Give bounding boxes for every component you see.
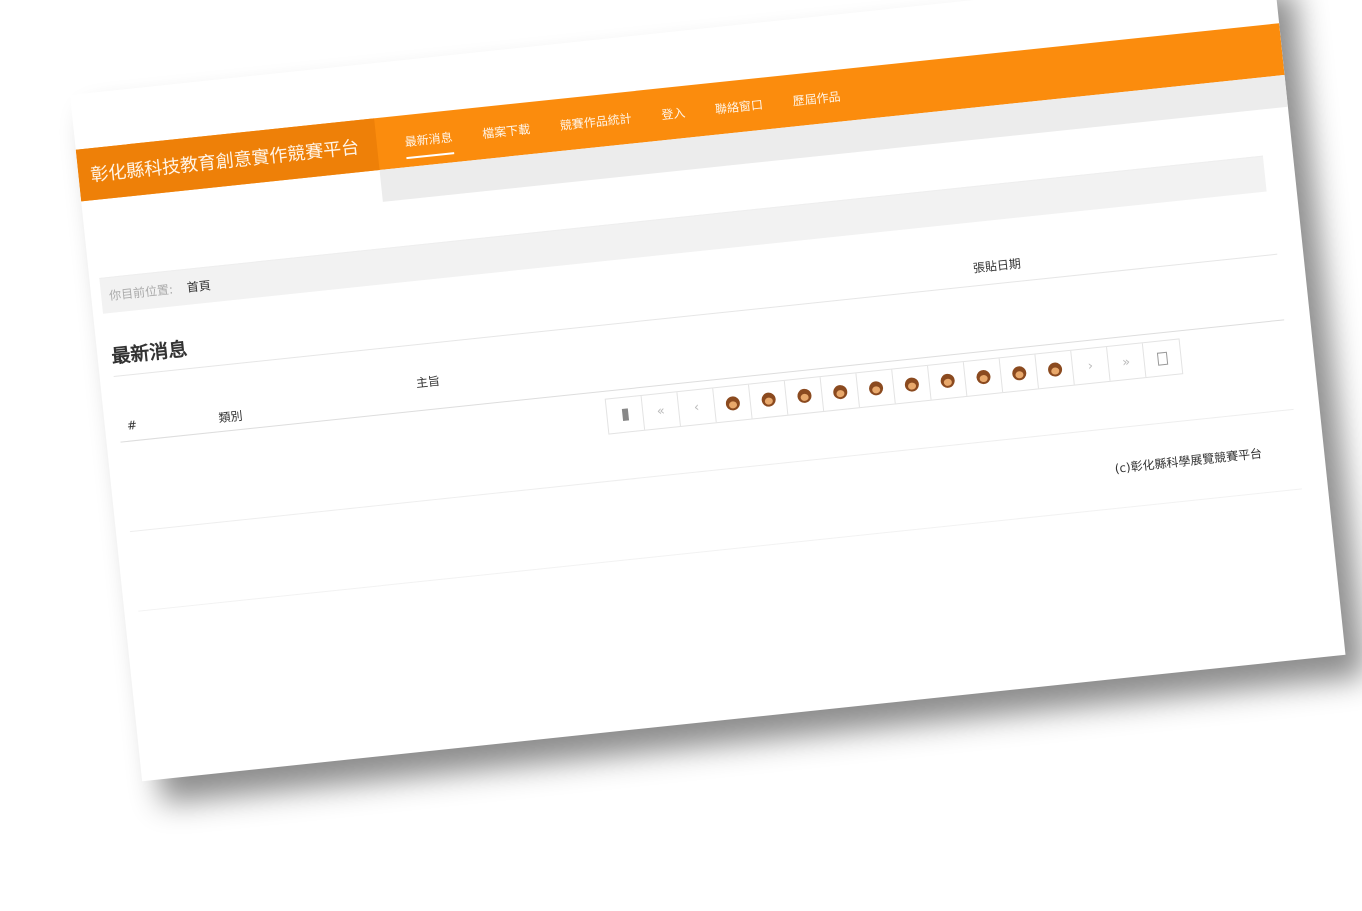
column-header-category: 類別 bbox=[217, 408, 244, 426]
column-header-subject: 主旨 bbox=[415, 373, 441, 391]
pager-page-button[interactable] bbox=[856, 369, 896, 408]
column-header-number: # bbox=[126, 417, 138, 433]
nav-item-login[interactable]: 登入 bbox=[659, 86, 688, 140]
face-icon bbox=[975, 369, 991, 385]
bars-icon bbox=[621, 408, 629, 422]
face-icon bbox=[832, 384, 848, 400]
face-icon bbox=[867, 380, 884, 397]
column-header-date: 張貼日期 bbox=[972, 256, 1022, 276]
pager-page-button[interactable] bbox=[999, 354, 1039, 393]
nav-item-news[interactable]: 最新消息 bbox=[402, 110, 455, 167]
pager-page-button[interactable] bbox=[892, 365, 932, 404]
page-sheet: 彰化縣科技教育創意實作競賽平台 最新消息 檔案下載 競賽作品統計 登入 聯絡窗口… bbox=[0, 0, 1362, 911]
footer-copyright: (c)彰化縣科學展覽競賽平台 bbox=[1114, 446, 1263, 476]
pager-page-button[interactable] bbox=[963, 358, 1004, 396]
browser-page: 彰化縣科技教育創意實作競賽平台 最新消息 檔案下載 競賽作品統計 登入 聯絡窗口… bbox=[70, 0, 1346, 782]
pager-next-button[interactable]: › bbox=[1071, 346, 1111, 385]
nav-item-contact[interactable]: 聯絡窗口 bbox=[712, 78, 765, 135]
face-icon bbox=[1011, 365, 1027, 382]
pager-page-button[interactable] bbox=[784, 377, 825, 415]
pager-prev-double-button[interactable]: « bbox=[641, 392, 681, 430]
footer-bottom-divider bbox=[138, 488, 1302, 612]
breadcrumb-label: 你目前位置: bbox=[108, 282, 174, 303]
pager-page-button[interactable] bbox=[928, 362, 968, 400]
pager-page-button[interactable] bbox=[820, 373, 860, 411]
face-icon bbox=[724, 395, 741, 412]
nav-item-past-works[interactable]: 歷屆作品 bbox=[790, 70, 843, 127]
breadcrumb-home-link[interactable]: 首頁 bbox=[186, 276, 212, 295]
face-icon bbox=[760, 391, 776, 408]
nav-item-downloads[interactable]: 檔案下載 bbox=[480, 102, 533, 159]
pager-page-button[interactable] bbox=[748, 380, 789, 419]
pager-next-double-button[interactable]: » bbox=[1107, 343, 1147, 381]
box-icon bbox=[1156, 351, 1169, 366]
pager-last-button[interactable] bbox=[1143, 339, 1182, 377]
pager-first-button[interactable] bbox=[605, 395, 646, 434]
face-icon bbox=[1046, 361, 1063, 378]
face-icon bbox=[939, 373, 955, 389]
nav-item-statistics[interactable]: 競賽作品統計 bbox=[557, 92, 634, 151]
site-brand[interactable]: 彰化縣科技教育創意實作競賽平台 bbox=[75, 118, 380, 202]
pager-page-button[interactable] bbox=[713, 384, 753, 423]
face-icon bbox=[796, 388, 812, 404]
face-icon bbox=[903, 376, 920, 393]
pager-page-button[interactable] bbox=[1035, 350, 1075, 389]
page-title: 最新消息 bbox=[110, 338, 189, 369]
pager-prev-button[interactable]: ‹ bbox=[677, 388, 717, 426]
